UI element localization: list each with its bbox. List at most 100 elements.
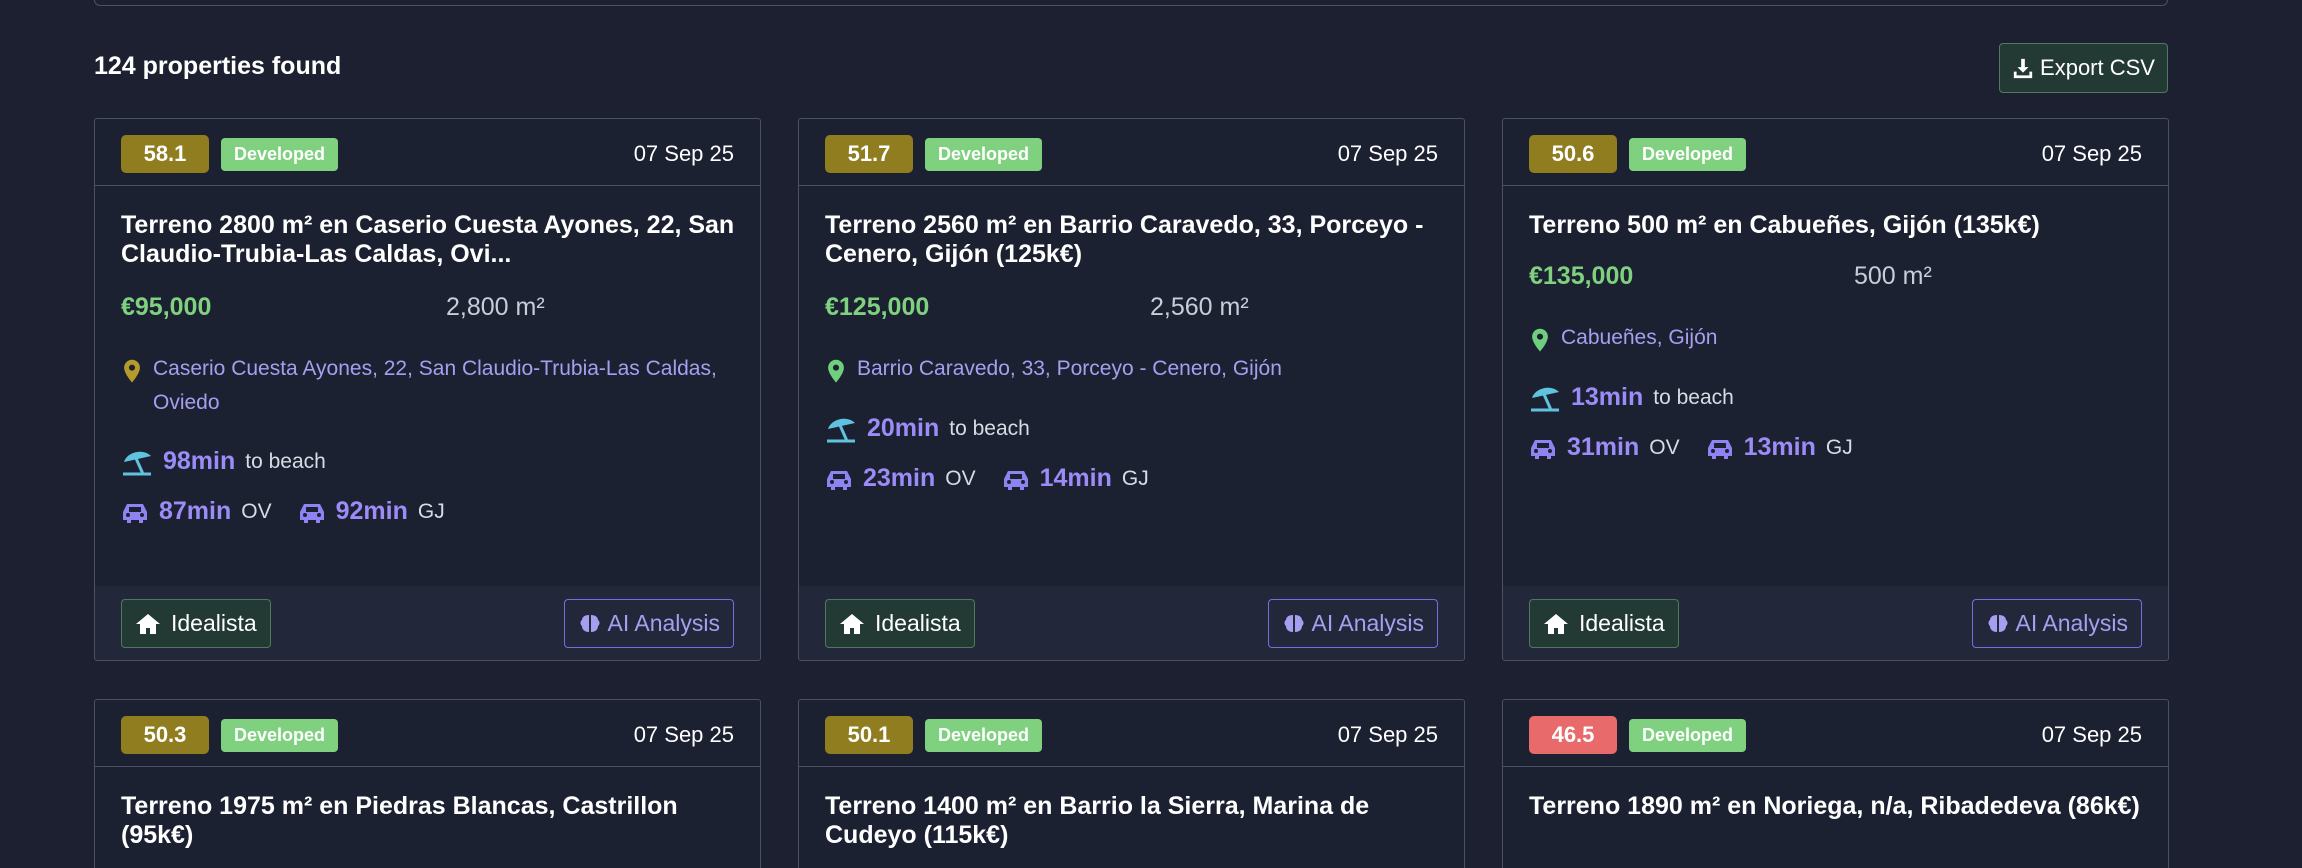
card-footer: Idealista AI Analysis	[1503, 586, 2168, 660]
drive-time-value: 92min	[335, 497, 408, 525]
status-badge: Developed	[925, 138, 1043, 171]
drive-time-code: OV	[241, 499, 272, 523]
export-csv-label: Export CSV	[2040, 55, 2155, 80]
idealista-label: Idealista	[875, 610, 961, 636]
beach-time: 13min	[1571, 383, 1644, 411]
ai-analysis-button[interactable]: AI Analysis	[1971, 599, 2142, 648]
drive-time-value: 31min	[1567, 433, 1640, 461]
beach-label: to beach	[1653, 385, 1734, 409]
status-badge: Developed	[221, 719, 339, 752]
car-icon	[1003, 470, 1028, 490]
brain-icon	[1284, 614, 1303, 632]
car-icon	[123, 503, 147, 523]
card-header: 50.1 Developed 07 Sep 25	[799, 700, 1464, 767]
home-icon	[136, 613, 160, 634]
status-badge: Developed	[221, 138, 339, 171]
drive-time-code: GJ	[417, 499, 445, 523]
results-count: 124 properties found	[94, 52, 342, 80]
price: €125,000	[825, 293, 930, 321]
status-badge: Developed	[1629, 138, 1747, 171]
beach-time: 98min	[163, 447, 236, 475]
ai-analysis-button[interactable]: AI Analysis	[563, 599, 734, 648]
drive-time-ov: 31min OV	[1529, 433, 1680, 462]
umbrella-beach-icon	[827, 418, 855, 442]
listing-date: 07 Sep 25	[633, 141, 734, 166]
status-badge: Developed	[925, 719, 1043, 752]
card-footer: Idealista AI Analysis	[95, 586, 760, 660]
location[interactable]: Barrio Caravedo, 33, Porceyo - Cenero, G…	[825, 352, 1440, 386]
listing-date: 07 Sep 25	[633, 722, 734, 747]
score-badge: 58.1	[121, 135, 209, 173]
drive-time-ov: 87min OV	[121, 497, 272, 526]
beach-label: to beach	[949, 416, 1030, 440]
card-header: 51.7 Developed 07 Sep 25	[799, 119, 1464, 186]
idealista-button[interactable]: Idealista	[121, 599, 271, 648]
card-footer: Idealista AI Analysis	[799, 586, 1464, 660]
property-card: 50.6 Developed 07 Sep 25 Terreno 500 m² …	[1502, 118, 2169, 661]
property-title: Terreno 1400 m² en Barrio la Sierra, Mar…	[825, 792, 1370, 849]
brain-icon	[1988, 614, 2007, 632]
property-card: 58.1 Developed 07 Sep 25 Terreno 2800 m²…	[94, 118, 761, 661]
property-title: Terreno 1890 m² en Noriega, n/a, Ribaded…	[1529, 792, 2140, 820]
drive-time-code: GJ	[1825, 435, 1853, 459]
beach-time: 20min	[867, 414, 940, 442]
listing-date: 07 Sep 25	[1337, 722, 1438, 747]
idealista-button[interactable]: Idealista	[825, 599, 975, 648]
idealista-label: Idealista	[1579, 610, 1665, 636]
beach-label: to beach	[245, 449, 326, 473]
score-badge: 51.7	[825, 135, 913, 173]
property-results-page: 124 properties found Export CSV 58.1 Dev…	[0, 0, 2302, 868]
map-pin-icon	[124, 359, 140, 383]
drive-time-gj: 13min GJ	[1706, 433, 1853, 462]
location[interactable]: Caserio Cuesta Ayones, 22, San Claudio-T…	[121, 352, 736, 420]
ai-analysis-button[interactable]: AI Analysis	[1267, 599, 1438, 648]
car-icon	[827, 470, 851, 490]
location[interactable]: Cabueñes, Gijón	[1529, 321, 2144, 355]
brain-icon	[580, 614, 599, 632]
drive-times: 23min OV 14min GJ	[825, 464, 1175, 493]
car-icon	[299, 503, 324, 523]
listing-date: 07 Sep 25	[2041, 141, 2142, 166]
property-title: Terreno 2800 m² en Caserio Cuesta Ayones…	[121, 211, 735, 268]
map-pin-icon	[1532, 328, 1548, 352]
search-panel-edge	[94, 0, 2168, 6]
umbrella-beach-icon	[1531, 387, 1559, 411]
idealista-label: Idealista	[171, 610, 257, 636]
export-csv-button[interactable]: Export CSV	[1999, 43, 2168, 93]
location-text: Caserio Cuesta Ayones, 22, San Claudio-T…	[153, 357, 717, 414]
score-badge: 50.1	[825, 716, 913, 754]
card-header: 58.1 Developed 07 Sep 25	[95, 119, 760, 186]
drive-times: 87min OV 92min GJ	[121, 497, 471, 526]
drive-time-code: OV	[945, 466, 976, 490]
ai-analysis-label: AI Analysis	[2015, 610, 2129, 636]
idealista-button[interactable]: Idealista	[1529, 599, 1679, 648]
location-text: Cabueñes, Gijón	[1561, 326, 1718, 349]
property-card: 46.5 Developed 07 Sep 25 Terreno 1890 m²…	[1502, 699, 2169, 868]
property-card: 51.7 Developed 07 Sep 25 Terreno 2560 m²…	[798, 118, 1465, 661]
listing-date: 07 Sep 25	[2041, 722, 2142, 747]
card-header: 50.6 Developed 07 Sep 25	[1503, 119, 2168, 186]
drive-times: 31min OV 13min GJ	[1529, 433, 1879, 462]
beach-distance: 13min to beach	[1529, 383, 1734, 412]
map-pin-icon	[828, 359, 844, 383]
score-badge: 50.6	[1529, 135, 1617, 173]
area: 500 m²	[1854, 262, 1932, 290]
card-header: 50.3 Developed 07 Sep 25	[95, 700, 760, 767]
drive-time-gj: 14min GJ	[1002, 464, 1149, 493]
beach-distance: 20min to beach	[825, 414, 1030, 443]
drive-time-value: 23min	[863, 464, 936, 492]
drive-time-value: 87min	[159, 497, 232, 525]
property-title: Terreno 2560 m² en Barrio Caravedo, 33, …	[825, 211, 1424, 268]
drive-time-ov: 23min OV	[825, 464, 976, 493]
drive-time-value: 13min	[1743, 433, 1816, 461]
drive-time-code: GJ	[1121, 466, 1149, 490]
home-icon	[840, 613, 864, 634]
score-badge: 46.5	[1529, 716, 1617, 754]
ai-analysis-label: AI Analysis	[607, 610, 721, 636]
score-badge: 50.3	[121, 716, 209, 754]
price: €95,000	[121, 293, 212, 321]
drive-time-code: OV	[1649, 435, 1680, 459]
umbrella-beach-icon	[123, 451, 151, 475]
home-icon	[1544, 613, 1568, 634]
car-icon	[1707, 439, 1732, 459]
